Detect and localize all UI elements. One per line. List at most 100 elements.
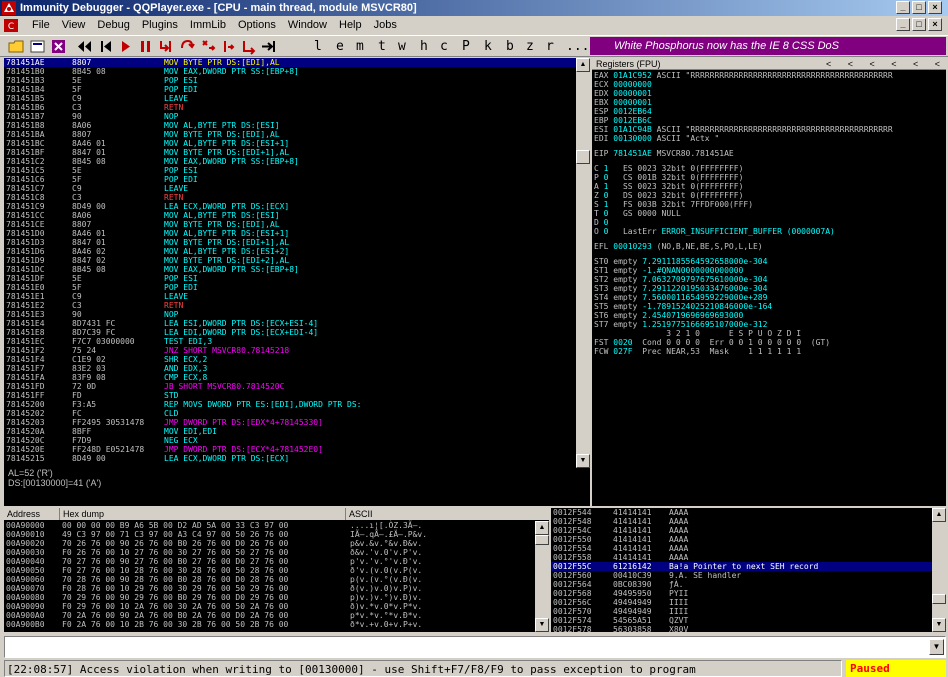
execute-till-return-icon[interactable] <box>241 38 258 55</box>
dump-row[interactable]: 00A90080 70 29 76 00 90 29 76 00 B0 29 76… <box>4 593 535 602</box>
disassembly-row[interactable]: 781451CC 8A06 MOV AL,BYTE PTR DS:[ESI] <box>4 211 576 220</box>
close-button[interactable]: × <box>928 1 942 14</box>
maximize-button[interactable]: □ <box>912 1 926 14</box>
disassembly-pane[interactable]: 781451AE 8807 MOV BYTE PTR DS:[EDI],AL 7814… <box>4 58 590 468</box>
disassembly-row[interactable]: 781451D3 8847 01 MOV BYTE PTR DS:[EDI+1],A… <box>4 238 576 247</box>
stack-row[interactable]: 0012F568 49495950 PYII <box>551 589 932 598</box>
memory-map-button[interactable]: m <box>356 38 364 55</box>
disassembly-row[interactable]: 781451AE 8807 MOV BYTE PTR DS:[EDI],AL <box>4 58 576 67</box>
hardware-breakpoints-button[interactable]: z <box>526 38 534 55</box>
disassembly-scrollbar[interactable]: ▲ ▼ <box>576 58 590 468</box>
menu-immlib[interactable]: ImmLib <box>184 16 232 35</box>
mdi-close-button[interactable]: × <box>928 18 942 31</box>
trace-into-icon[interactable] <box>200 38 217 55</box>
disassembly-row[interactable]: 781451B4 5F POP EDI <box>4 85 576 94</box>
disassembly-row[interactable]: 7814520A 8BFF MOV EDI,EDI <box>4 427 576 436</box>
step-over-icon[interactable] <box>179 38 196 55</box>
dump-header-hex[interactable]: Hex dump <box>60 508 346 520</box>
stack-pane[interactable]: 0012F544 41414141 AAAA 0012F548 41414141 AAAA… <box>551 508 946 632</box>
scroll-up-icon[interactable]: ▲ <box>576 58 590 72</box>
scroll-thumb[interactable] <box>535 535 549 545</box>
disassembly-row[interactable]: 781451F2 75 24 JNZ SHORT MSVCR80.78145218 <box>4 346 576 355</box>
disassembly-row[interactable]: 7814520C F7D9 NEG ECX <box>4 436 576 445</box>
step-into-icon[interactable] <box>158 38 175 55</box>
more-button[interactable]: ... <box>566 38 589 55</box>
cpu-button[interactable]: c <box>440 38 448 55</box>
stack-row[interactable]: 0012F55C 61216142 Ba!a Pointer to next SEH… <box>551 562 932 571</box>
go-to-address-icon[interactable] <box>260 38 277 55</box>
dump-row[interactable]: 00A90050 F0 27 76 00 10 28 76 00 30 28 76… <box>4 566 535 575</box>
disassembly-row[interactable]: 78145200 F3:A5 REP MOVS DWORD PTR ES:[EDI]… <box>4 400 576 409</box>
threads-button[interactable]: t <box>378 38 386 55</box>
menu-help[interactable]: Help <box>333 16 368 35</box>
stack-row[interactable]: 0012F574 54565A51 QZVT <box>551 616 932 625</box>
disassembly-row[interactable]: 781451EC F7C7 03000000 TEST EDI,3 <box>4 337 576 346</box>
stack-row[interactable]: 0012F544 41414141 AAAA <box>551 508 932 517</box>
stack-row[interactable]: 0012F554 41414141 AAAA <box>551 544 932 553</box>
news-banner[interactable]: White Phosphorus now has the IE 8 CSS Do… <box>590 37 946 55</box>
scroll-down-icon[interactable]: ▼ <box>932 618 946 632</box>
scroll-up-icon[interactable]: ▲ <box>535 521 549 535</box>
breakpoints-button[interactable]: b <box>506 38 514 55</box>
stack-scrollbar[interactable]: ▲ ▼ <box>932 508 946 632</box>
disassembly-row[interactable]: 781451B6 C3 RETN <box>4 103 576 112</box>
cpu-window-icon[interactable]: C <box>4 19 18 32</box>
command-input[interactable] <box>7 639 925 655</box>
dump-row[interactable]: 00A900B0 F0 2A 76 00 10 2B 76 00 30 2B 76… <box>4 620 535 629</box>
close-program-icon[interactable] <box>50 38 67 55</box>
disassembly-row[interactable]: 781451C6 5F POP EDI <box>4 175 576 184</box>
disassembly-row[interactable]: 781451DC 8B45 08 MOV EAX,DWORD PTR SS:[EBP… <box>4 265 576 274</box>
scroll-up-icon[interactable]: ▲ <box>932 508 946 522</box>
dump-header-address[interactable]: Address <box>4 508 60 520</box>
rewind-icon[interactable] <box>76 38 93 55</box>
disassembly-row[interactable]: 781451FD 72 0D JB SHORT MSVCR80.7814520C <box>4 382 576 391</box>
dump-row[interactable]: 00A90060 70 28 76 00 90 28 76 00 B0 28 76… <box>4 575 535 584</box>
trace-over-icon[interactable] <box>221 38 238 55</box>
stack-row[interactable]: 0012F564 0BC08390 ƒÀ. <box>551 580 932 589</box>
disassembly-row[interactable]: 781451B7 90 NOP <box>4 112 576 121</box>
disassembly-row[interactable]: 781451C7 C9 LEAVE <box>4 184 576 193</box>
disassembly-row[interactable]: 7814520E FF248D E0521478 JMP DWORD PTR DS:… <box>4 445 576 454</box>
disassembly-row[interactable]: 781451C5 5E POP ESI <box>4 166 576 175</box>
disassembly-row[interactable]: 781451C2 8B45 08 MOV EAX,DWORD PTR SS:[EBP… <box>4 157 576 166</box>
mdi-minimize-button[interactable]: _ <box>896 18 910 31</box>
dump-row[interactable]: 00A90020 70 26 76 00 90 26 76 00 B0 26 76… <box>4 539 535 548</box>
stack-row[interactable]: 0012F550 41414141 AAAA <box>551 535 932 544</box>
scroll-thumb[interactable] <box>932 594 946 604</box>
run-icon[interactable] <box>117 38 134 55</box>
disassembly-row[interactable]: 781451BA 8807 MOV BYTE PTR DS:[EDI],AL <box>4 130 576 139</box>
disassembly-row[interactable]: 781451E1 C9 LEAVE <box>4 292 576 301</box>
disassembly-row[interactable]: 781451C8 C3 RETN <box>4 193 576 202</box>
disassembly-row[interactable]: 78145203 FF2495 30531478 JMP DWORD PTR DS:… <box>4 418 576 427</box>
disassembly-row[interactable]: 781451E3 90 NOP <box>4 310 576 319</box>
disassembly-row[interactable]: 781451B0 8B45 08 MOV EAX,DWORD PTR SS:[EBP… <box>4 67 576 76</box>
disassembly-row[interactable]: 781451B8 8A06 MOV AL,BYTE PTR DS:[ESI] <box>4 121 576 130</box>
disassembly-row[interactable]: 781451C9 8D49 00 LEA ECX,DWORD PTR DS:[ECX… <box>4 202 576 211</box>
menu-plugins[interactable]: Plugins <box>136 16 184 35</box>
menu-options[interactable]: Options <box>232 16 282 35</box>
disassembly-row[interactable]: 781451BC 8A46 01 MOV AL,BYTE PTR DS:[ESI+1… <box>4 139 576 148</box>
disassembly-row[interactable]: 781451BF 8847 01 MOV BYTE PTR DS:[EDI+1],A… <box>4 148 576 157</box>
disassembly-row[interactable]: 781451B5 C9 LEAVE <box>4 94 576 103</box>
step-back-icon[interactable] <box>97 38 114 55</box>
menu-view[interactable]: View <box>56 16 92 35</box>
log-window-button[interactable]: l <box>314 38 322 55</box>
disassembly-row[interactable]: 781451FA 83F9 08 CMP ECX,8 <box>4 373 576 382</box>
dump-row[interactable]: 00A90000 00 00 00 00 B9 A6 5B 00 D2 AD 5A… <box>4 521 535 530</box>
disassembly-row[interactable]: 781451E2 C3 RETN <box>4 301 576 310</box>
disassembly-row[interactable]: 781451E8 8D7C39 FC LEA EDI,DWORD PTR DS:[E… <box>4 328 576 337</box>
stack-row[interactable]: 0012F578 56303858 X80V <box>551 625 932 632</box>
handles-button[interactable]: h <box>420 38 428 55</box>
stack-row[interactable]: 0012F558 41414141 AAAA <box>551 553 932 562</box>
stack-row[interactable]: 0012F560 00410C39 9.A. SE handler <box>551 571 932 580</box>
registers-header[interactable]: Registers (FPU) < < < < < < <box>592 58 946 70</box>
disassembly-row[interactable]: 781451CE 8807 MOV BYTE PTR DS:[EDI],AL <box>4 220 576 229</box>
command-history-dropdown-icon[interactable]: ▼ <box>929 639 944 655</box>
disassembly-row[interactable]: 781451D9 8847 02 MOV BYTE PTR DS:[EDI+2],A… <box>4 256 576 265</box>
dump-row[interactable]: 00A90030 F0 26 76 00 10 27 76 00 30 27 76… <box>4 548 535 557</box>
windows-button[interactable]: w <box>398 38 406 55</box>
disassembly-row[interactable]: 781451E4 8D7431 FC LEA ESI,DWORD PTR DS:[E… <box>4 319 576 328</box>
scroll-down-icon[interactable]: ▼ <box>576 454 590 468</box>
dump-row[interactable]: 00A90070 F0 28 76 00 10 29 76 00 30 29 76… <box>4 584 535 593</box>
disassembly-row[interactable]: 781451DF 5E POP ESI <box>4 274 576 283</box>
